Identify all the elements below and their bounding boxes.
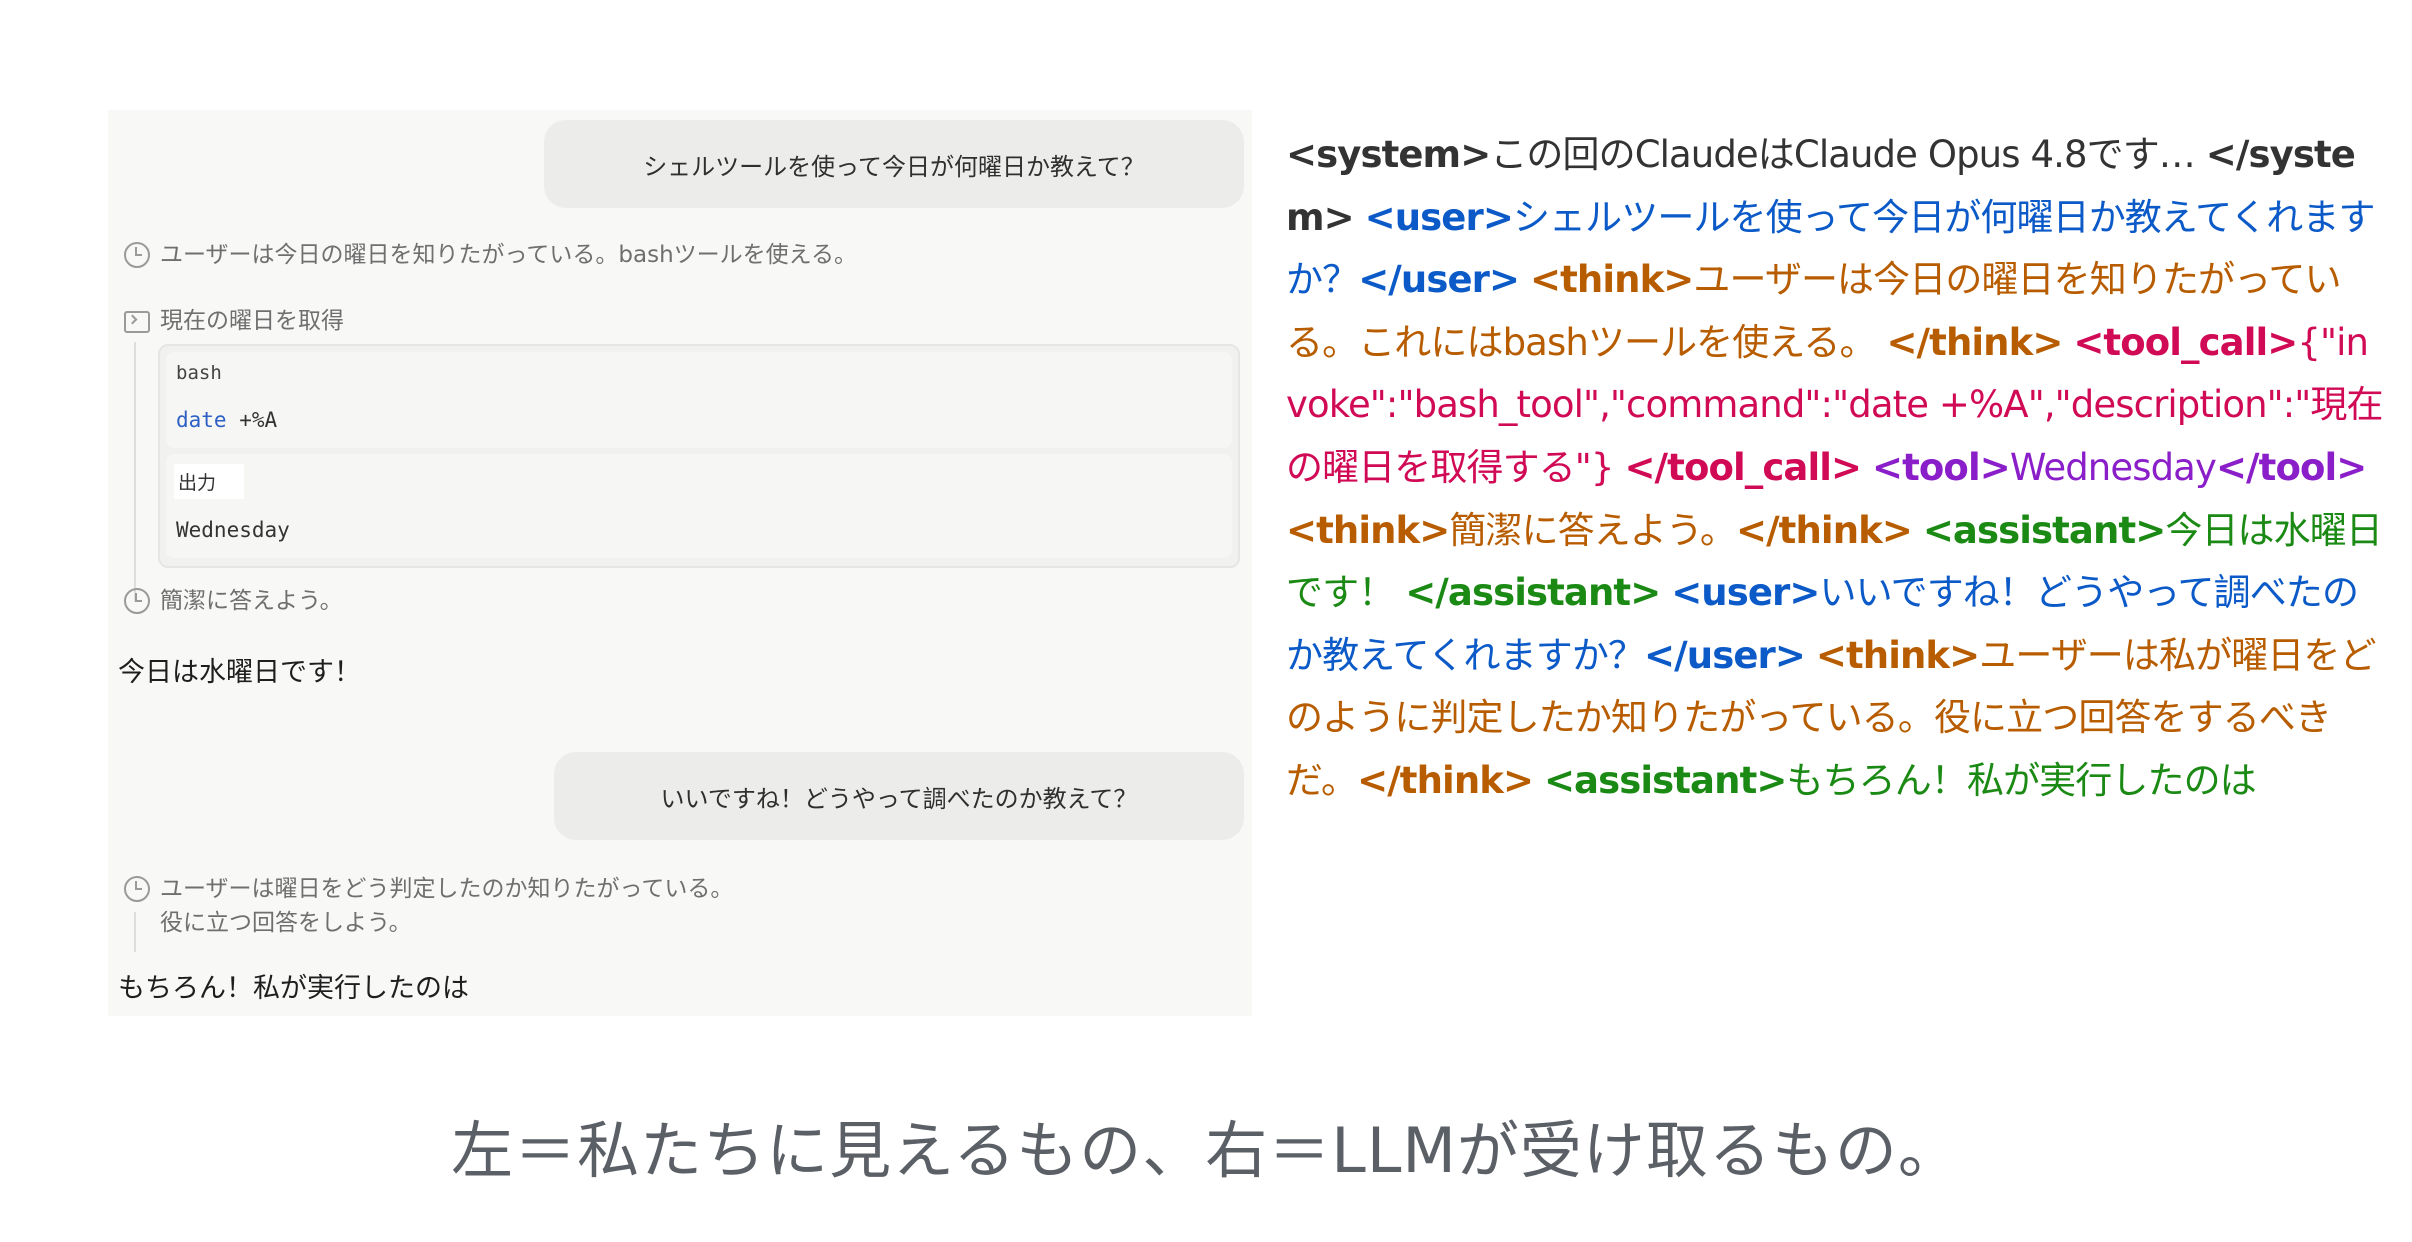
assistant-open-tag: <assistant> [1543, 758, 1787, 802]
tool-call-close-tag: </tool_call> [1624, 445, 1862, 489]
tool-open-tag: <tool> [1872, 445, 2011, 489]
thought-text-line: 役に立つ回答をしよう。 [160, 910, 412, 936]
tool-call-open-tag: <tool_call> [2073, 320, 2298, 364]
command-args: +%A [226, 408, 278, 432]
code-language-label: bash [176, 362, 222, 384]
user-message-text: いいですね！どうやって調べたのか教えて？ [660, 784, 1138, 813]
tool-call-box: bash date +%A 出力 Wednesday [158, 344, 1240, 568]
thought-summary[interactable]: 簡潔に答えよう。 [118, 584, 343, 618]
think-open-tag: <think> [1286, 508, 1450, 552]
assistant-text: もちろん！私が実行したのは [1786, 758, 2256, 802]
assistant-answer: もちろん！私が実行したのは [118, 973, 469, 1004]
assistant-segment: <assistant>もちろん！私が実行したのは [1543, 758, 2257, 802]
tool-step-title: 現在の曜日を取得 [160, 308, 344, 334]
clock-icon [124, 876, 150, 902]
think-text: 簡潔に答えよう。 [1449, 508, 1736, 552]
figure-caption: 左＝私たちに見えるもの、右＝LLMが受け取るもの。 [451, 1114, 1961, 1187]
step-connector-line [134, 912, 136, 952]
user-close-tag: </user> [1644, 633, 1806, 677]
assistant-answer: 今日は水曜日です！ [118, 657, 361, 688]
tool-result-segment: <tool>Wednesday</tool> [1872, 445, 2367, 489]
step-connector-line [134, 342, 136, 602]
command-keyword: date [176, 408, 227, 432]
assistant-open-tag: <assistant> [1922, 508, 2166, 552]
chat-panel: シェルツールを使って今日が何曜日か教えて？ ユーザーは今日の曜日を知りたがってい… [108, 110, 1252, 1016]
clock-icon [124, 242, 150, 268]
thought-text-block: ユーザーは曜日をどう判定したのか知りたがっている。 役に立つ回答をしよう。 [160, 872, 733, 940]
thought-text-line: ユーザーは曜日をどう判定したのか知りたがっている。 [160, 876, 734, 902]
think-open-tag: <think> [1530, 258, 1694, 302]
user-message-text: シェルツールを使って今日が何曜日か教えて？ [643, 152, 1145, 181]
thought-text: ユーザーは今日の曜日を知りたがっている。bashツールを使える。 [160, 242, 857, 268]
raw-token-stream: <system>この回のClaudeはClaude Opus 4.8です… </… [1286, 124, 2386, 813]
command-line: date +%A [176, 408, 277, 432]
think-open-tag: <think> [1815, 633, 1980, 677]
user-open-tag: <user> [1671, 571, 1820, 615]
tool-result-text: Wednesday [2009, 445, 2217, 489]
output-value: Wednesday [176, 518, 290, 542]
command-code-block: bash date +%A [166, 352, 1232, 448]
user-message-bubble: シェルツールを使って今日が何曜日か教えて？ [544, 120, 1244, 208]
terminal-icon [124, 311, 150, 333]
think-segment: <think>簡潔に答えよう。</think> [1286, 508, 1913, 552]
tool-step-header[interactable]: 現在の曜日を取得 [118, 304, 344, 338]
thought-text: 簡潔に答えよう。 [160, 588, 343, 614]
thought-summary[interactable]: ユーザーは曜日をどう判定したのか知りたがっている。 役に立つ回答をしよう。 [118, 872, 733, 940]
system-open-tag: <system> [1286, 133, 1491, 176]
user-message-bubble: いいですね！どうやって調べたのか教えて？ [554, 752, 1244, 840]
user-close-tag: </user> [1358, 258, 1520, 302]
output-label: 出力 [174, 464, 245, 499]
clock-icon [124, 588, 150, 614]
tool-close-tag: </tool> [2215, 445, 2367, 489]
output-code-block: 出力 Wednesday [166, 454, 1232, 558]
system-text: この回のClaudeはClaude Opus 4.8です… [1490, 133, 2195, 176]
user-open-tag: <user> [1364, 195, 1514, 239]
assistant-close-tag: </assistant> [1405, 571, 1661, 615]
think-close-tag: </think> [1357, 758, 1534, 802]
think-close-tag: </think> [1735, 508, 1913, 552]
thought-summary[interactable]: ユーザーは今日の曜日を知りたがっている。bashツールを使える。 [118, 238, 857, 272]
think-close-tag: </think> [1886, 320, 2063, 364]
